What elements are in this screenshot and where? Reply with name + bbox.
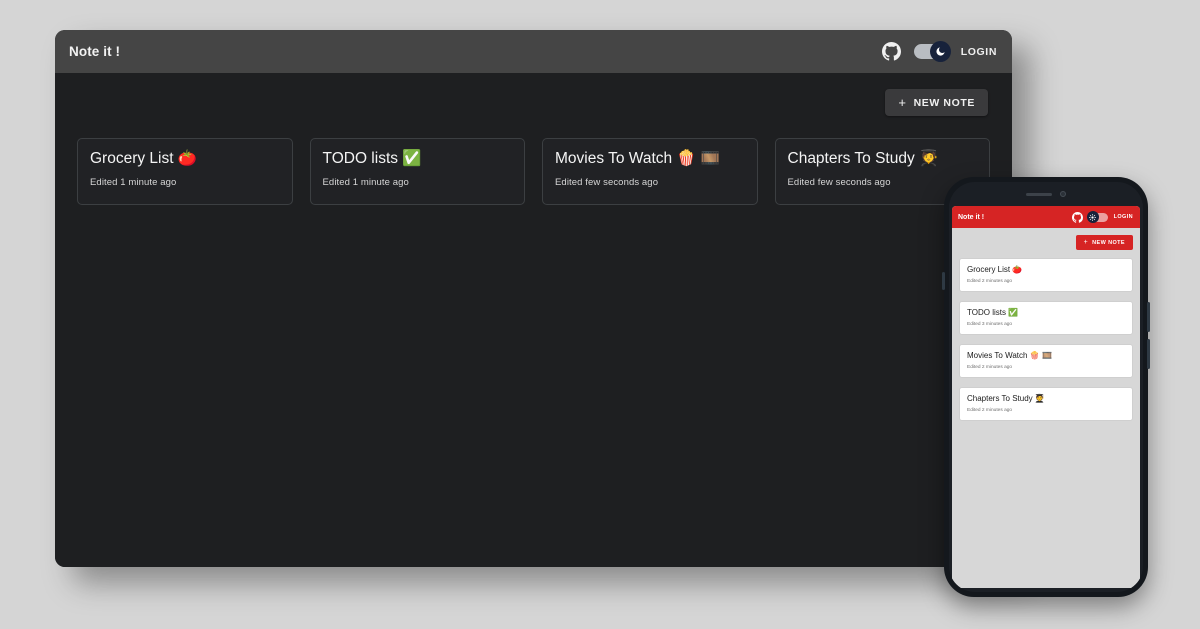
note-emoji-icon: ✅ [402,149,422,167]
phone-header-actions: LOGIN [1071,211,1133,223]
phone-notes-list: Grocery List 🍅 Edited 2 minutes ago TODO… [959,258,1133,421]
new-note-label: NEW NOTE [913,96,975,109]
note-card[interactable]: Grocery List 🍅 Edited 2 minutes ago [959,258,1133,292]
desktop-app-header: Note it ! LOGIN [55,30,1012,73]
phone-camera-icon [1060,191,1066,197]
note-card-subtitle: Edited 3 minutes ago [967,322,1013,327]
desktop-app-title: Note it ! [69,44,121,59]
note-title-text: Grocery List [967,265,1011,274]
note-emoji-icon: ✅ [1008,308,1019,317]
desktop-app-body: + NEW NOTE Grocery List 🍅 Edited 1 minut… [55,73,1012,567]
note-card-title: Chapters To Study 🧑‍🎓 [787,149,978,168]
github-icon[interactable] [881,42,901,61]
note-title-text: Movies To Watch [555,150,673,167]
github-icon[interactable] [1071,211,1083,223]
note-emoji-icon: 🍿 🎞️ [1029,351,1053,360]
note-title-text: TODO lists [322,150,399,167]
new-note-button[interactable]: + NEW NOTE [1075,235,1133,250]
new-note-button[interactable]: + NEW NOTE [885,89,988,116]
moon-icon [929,41,951,62]
note-title-text: Chapters To Study [967,394,1033,403]
note-card-title: Movies To Watch 🍿 🎞️ [967,351,1125,360]
theme-toggle-switch[interactable] [1086,211,1108,223]
note-card-subtitle: Edited 1 minute ago [322,176,409,188]
note-card-title: Chapters To Study 🧑‍🎓 [967,394,1125,403]
phone-app-header: Note it ! LOGIN [952,206,1140,228]
note-card[interactable]: Movies To Watch 🍿 🎞️ Edited 2 minutes ag… [959,344,1133,378]
desktop-browser-window: Note it ! LOGIN + NEW NOTE Grocery List … [55,30,1012,567]
desktop-toolbar: + NEW NOTE [77,89,990,116]
plus-icon: + [898,94,907,110]
plus-icon: + [1083,238,1089,246]
note-card-subtitle: Edited few seconds ago [555,176,659,188]
phone-body: Note it ! LOGIN + NEW NOTE Grocery List … [949,182,1143,592]
note-card-title: Grocery List 🍅 [967,265,1125,274]
note-emoji-icon: 🧑‍🎓 [919,149,939,167]
login-button[interactable]: LOGIN [1114,214,1133,220]
phone-power-button[interactable] [1147,339,1150,369]
note-card[interactable]: TODO lists ✅ Edited 1 minute ago [309,138,525,205]
phone-speaker [1026,192,1052,196]
note-title-text: Grocery List [90,150,174,167]
note-title-text: Chapters To Study [787,150,915,167]
phone-mockup: Note it ! LOGIN + NEW NOTE Grocery List … [942,177,1150,597]
sun-icon [1086,211,1099,223]
note-card[interactable]: TODO lists ✅ Edited 3 minutes ago [959,301,1133,335]
note-card-subtitle: Edited 2 minutes ago [967,279,1013,284]
note-card-title: Grocery List 🍅 [90,149,280,168]
note-card-subtitle: Edited 1 minute ago [90,176,177,188]
note-emoji-icon: 🍿 🎞️ [676,149,720,167]
theme-toggle-switch[interactable] [913,41,951,62]
phone-toolbar: + NEW NOTE [959,235,1133,250]
note-card-title: Movies To Watch 🍿 🎞️ [555,149,745,168]
note-emoji-icon: 🍅 [1012,265,1023,274]
login-button[interactable]: LOGIN [961,46,997,58]
new-note-label: NEW NOTE [1092,239,1125,246]
desktop-notes-grid: Grocery List 🍅 Edited 1 minute ago TODO … [77,138,990,205]
note-card-subtitle: Edited 2 minutes ago [967,365,1013,370]
phone-app-body: + NEW NOTE Grocery List 🍅 Edited 2 minut… [952,228,1140,588]
note-card-subtitle: Edited few seconds ago [787,176,891,188]
note-emoji-icon: 🍅 [177,149,198,167]
phone-app-title: Note it ! [958,213,985,221]
note-card[interactable]: Chapters To Study 🧑‍🎓 Edited 2 minutes a… [959,387,1133,421]
phone-silent-switch[interactable] [942,272,945,290]
note-emoji-icon: 🧑‍🎓 [1034,394,1045,403]
note-title-text: Movies To Watch [967,351,1028,360]
note-card-subtitle: Edited 2 minutes ago [967,408,1013,413]
phone-notch [949,182,1143,206]
note-card[interactable]: Movies To Watch 🍿 🎞️ Edited few seconds … [542,138,758,205]
desktop-header-actions: LOGIN [881,41,997,62]
note-card[interactable]: Grocery List 🍅 Edited 1 minute ago [77,138,293,205]
note-card-title: TODO lists ✅ [967,308,1125,317]
phone-screen: Note it ! LOGIN + NEW NOTE Grocery List … [952,206,1140,588]
phone-volume-button[interactable] [1147,302,1150,332]
note-card-title: TODO lists ✅ [322,149,513,168]
note-title-text: TODO lists [967,308,1006,317]
